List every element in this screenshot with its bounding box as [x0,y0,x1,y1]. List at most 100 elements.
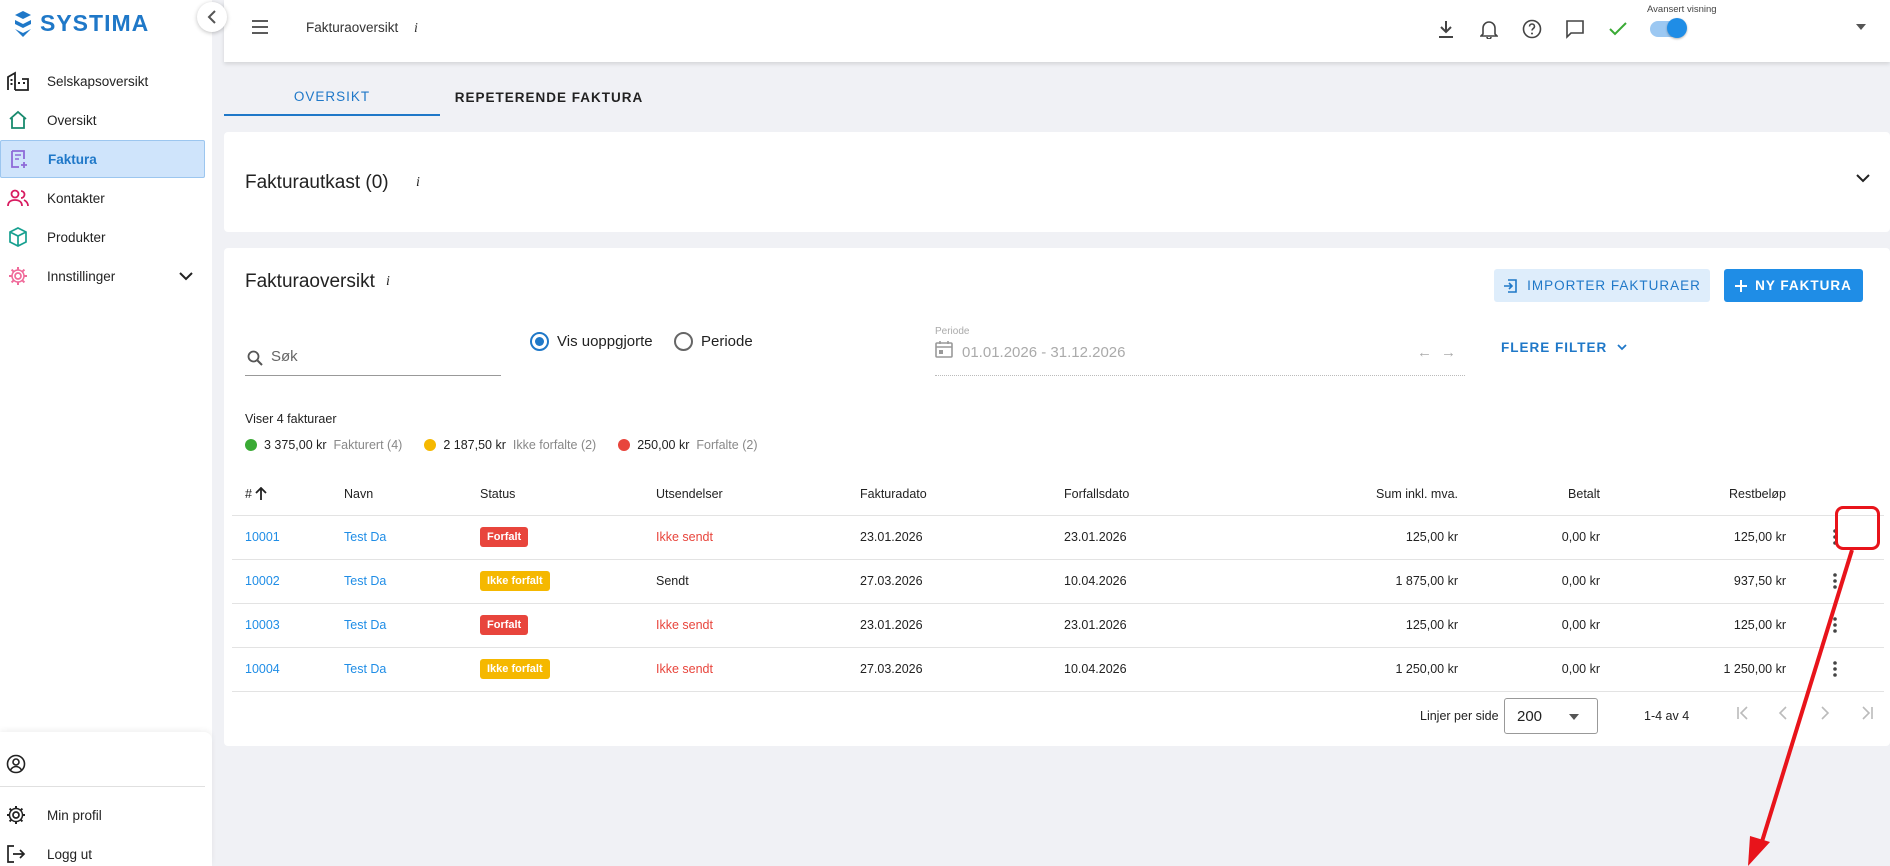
invoice-overview-card: Fakturaoversikt i IMPORTER FAKTURAER NY … [224,248,1890,746]
customer-name-link[interactable]: Test Da [344,530,386,544]
customer-name-link[interactable]: Test Da [344,574,386,588]
check-icon[interactable] [1606,17,1630,41]
status-dot [245,439,257,451]
more-filters-label: FLERE FILTER [1501,340,1608,355]
bell-icon[interactable] [1477,17,1501,41]
rows-per-page-select[interactable]: 200 [1504,698,1598,734]
caret-down-icon [1569,714,1579,720]
status-dot [424,439,437,451]
summary-item: 2 187,50 kr Ikke forfalte (2) [424,438,596,452]
period-prev-arrow[interactable]: ← [1417,344,1432,361]
sending-status: Sendt [656,574,689,588]
chat-icon[interactable] [1563,17,1587,41]
more-filters-button[interactable]: FLERE FILTER [1501,340,1627,355]
summary-label: Forfalte (2) [696,438,758,452]
tab-repeterende-faktura[interactable]: REPETERENDE FAKTURA [440,78,658,116]
summary-label: Fakturert (4) [333,438,403,452]
sidebar-item-label: Faktura [48,151,97,167]
info-icon[interactable]: i [416,175,420,191]
invoice-date: 23.01.2026 [860,603,1064,648]
sum-incl-vat: 1 250,00 kr [1264,647,1458,692]
plus-icon [1735,279,1748,292]
sidebar-item-label: Selskapsoversikt [47,73,149,89]
sidebar: SYSTIMA Selskapsoversikt Oversikt Faktur… [0,0,212,866]
due-date: 10.04.2026 [1064,559,1264,604]
table-row[interactable]: 10004 Test Da Ikke forfalt Ikke sendt 27.03.… [232,647,1884,692]
overview-title: Fakturaoversikt [245,271,375,292]
new-invoice-button[interactable]: NY FAKTURA [1724,269,1863,302]
chevron-down-icon [1617,344,1627,351]
sidebar-item-label: Innstillinger [47,268,116,284]
systima-logo-icon [15,10,31,37]
invoice-number-link[interactable]: 10003 [245,618,280,632]
col-sendings[interactable]: Utsendelser [656,473,860,516]
logo[interactable]: SYSTIMA [12,10,149,37]
sidebar-bottom: Min profil Logg ut [0,732,212,866]
min-profil-label: Min profil [47,807,102,823]
info-icon[interactable]: i [414,21,418,37]
customer-name-link[interactable]: Test Da [344,662,386,676]
radio-unsettled[interactable]: Vis uoppgjorte [530,332,653,351]
due-date: 23.01.2026 [1064,515,1264,560]
col-name[interactable]: Navn [344,473,480,516]
table-header-row: # Navn Status Utsendelser Fakturadato Fo… [232,473,1884,516]
sidebar-item-oversikt[interactable]: Oversikt [0,101,205,139]
sidebar-item-produkter[interactable]: Produkter [0,218,205,256]
sidebar-item-min-profil[interactable]: Min profil [6,800,102,830]
sending-status: Ikke sendt [656,662,713,676]
drafts-title: Fakturautkast (0) [245,172,389,193]
menu-icon[interactable] [250,19,270,35]
last-page-icon[interactable] [1860,706,1874,720]
invoice-number-link[interactable]: 10002 [245,574,280,588]
summary-item: 250,00 kr Forfalte (2) [618,438,758,452]
sidebar-collapse-button[interactable] [197,2,227,32]
tab-oversikt[interactable]: OVERSIKT [224,78,440,116]
caret-down-icon[interactable] [1856,24,1866,30]
col-paid[interactable]: Betalt [1458,473,1600,516]
summary-amount: 250,00 kr [637,438,690,452]
period-field[interactable]: Periode 01.01.2026 - 31.12.2026 ← → [935,326,1465,376]
invoice-number-link[interactable]: 10004 [245,662,280,676]
help-icon[interactable] [1520,17,1544,41]
radio-label: Vis uoppgjorte [557,333,653,350]
col-invoice-date[interactable]: Fakturadato [860,473,1064,516]
invoice-table: # Navn Status Utsendelser Fakturadato Fo… [232,473,1884,692]
sidebar-item-logg-ut[interactable]: Logg ut [6,839,92,866]
table-row[interactable]: 10002 Test Da Ikke forfalt Sendt 27.03.2026 1… [232,559,1884,604]
sending-status: Ikke sendt [656,618,713,632]
radio-label: Periode [701,333,753,350]
account-circle-icon[interactable] [6,754,26,774]
summary-legend: 3 375,00 kr Fakturert (4) 2 187,50 kr Ikke … [245,438,780,452]
sidebar-item-selskapsoversikt[interactable]: Selskapsoversikt [0,62,205,100]
radio-period[interactable]: Periode [674,332,753,351]
download-icon[interactable] [1434,17,1458,41]
new-label: NY FAKTURA [1755,278,1852,293]
sidebar-item-faktura[interactable]: Faktura [0,140,205,178]
chevron-down-icon[interactable] [1856,174,1870,183]
import-invoices-button[interactable]: IMPORTER FAKTURAER [1494,269,1710,302]
invoice-date: 23.01.2026 [860,515,1064,560]
invoice-number-link[interactable]: 10001 [245,530,280,544]
radio-dot [674,332,693,351]
col-status[interactable]: Status [480,473,656,516]
col-due-date[interactable]: Forfallsdato [1064,473,1264,516]
customer-name-link[interactable]: Test Da [344,618,386,632]
col-number[interactable]: # [232,473,344,516]
table-row[interactable]: 10003 Test Da Forfalt Ikke sendt 23.01.2026 2… [232,603,1884,648]
invoice-count: Viser 4 fakturaer [245,412,337,426]
info-icon[interactable]: i [386,274,390,290]
sidebar-nav: Selskapsoversikt Oversikt Faktura Kontak… [0,62,205,296]
advanced-view-toggle[interactable] [1650,18,1687,38]
col-remaining[interactable]: Restbeløp [1600,473,1786,516]
col-sum[interactable]: Sum inkl. mva. [1264,473,1458,516]
logo-text: SYSTIMA [40,10,150,36]
chevron-down-icon[interactable] [179,271,193,281]
drafts-card: Fakturautkast (0) i [224,132,1890,232]
sidebar-item-innstillinger[interactable]: Innstillinger [0,257,205,295]
sidebar-item-kontakter[interactable]: Kontakter [0,179,205,217]
period-next-arrow[interactable]: → [1441,344,1456,361]
search-input[interactable] [271,348,491,365]
table-row[interactable]: 10001 Test Da Forfalt Ikke sendt 23.01.2026 2… [232,515,1884,560]
paid-amount: 0,00 kr [1458,603,1600,648]
gear-icon [6,805,26,825]
